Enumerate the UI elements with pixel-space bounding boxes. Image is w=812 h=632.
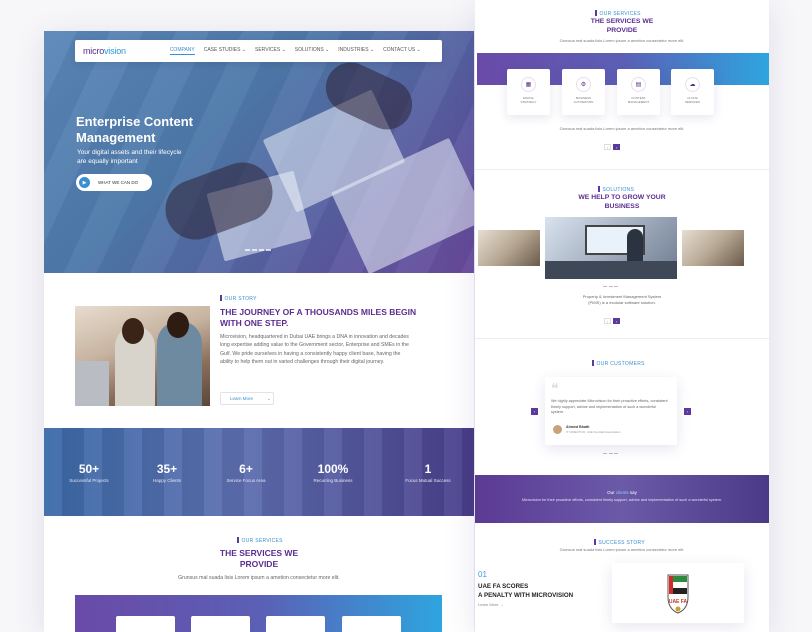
nav-item-solutions[interactable]: SOLUTIONS ⌄ xyxy=(295,47,329,55)
stat-recurring: 100% Recurring Business xyxy=(313,462,353,483)
service-card-business-automation[interactable]: ⚙ BUSINESS AUTOMATION xyxy=(562,69,605,115)
nav-item-contact[interactable]: CONTACT US ⌄ xyxy=(383,47,421,55)
story-tag: OUR STORY xyxy=(220,295,257,302)
document-icon: ▤ xyxy=(631,77,646,92)
story-photo xyxy=(75,306,210,406)
cloud-icon: ☁ xyxy=(685,77,700,92)
hero-subtitle: Your digital assets and their lifecycle … xyxy=(77,149,182,165)
service-card[interactable] xyxy=(116,616,175,632)
solution-image-left[interactable] xyxy=(478,230,540,266)
service-card-cloud-services[interactable]: ☁ CLOUD SERVICES xyxy=(671,69,714,115)
brand-logo[interactable]: microvision xyxy=(83,46,126,56)
grid-icon: ▦ xyxy=(521,77,536,92)
service-card[interactable] xyxy=(342,616,401,632)
learn-more-link[interactable]: Learn More → xyxy=(478,602,504,607)
next-arrow-icon[interactable]: › xyxy=(684,408,691,415)
prev-arrow-icon: ‹ xyxy=(604,318,611,324)
services-pager[interactable]: ‹ › xyxy=(604,144,620,150)
solutions-pager[interactable]: ‹ › xyxy=(604,318,620,324)
uae-fa-logo-card: UAE FA xyxy=(612,563,744,623)
chevron-down-icon: ⌄ xyxy=(267,395,271,401)
services-section: OUR SERVICES THE SERVICES WE PROVIDE Grun… xyxy=(44,516,474,632)
inner-pages-preview: OUR SERVICES THE SERVICES WE PROVIDE Grun… xyxy=(475,0,769,632)
nav-item-industries[interactable]: INDUSTRIES ⌄ xyxy=(338,47,374,55)
nav-item-services[interactable]: SERVICES ⌄ xyxy=(255,47,286,55)
next-arrow-icon: › xyxy=(613,318,620,324)
clients-band: Our clients say Microvision for their pr… xyxy=(475,475,769,523)
story-number: 01 xyxy=(478,570,487,579)
play-icon: ▶ xyxy=(79,177,90,188)
story-body: Microvision, headquartered in Dubai UAE … xyxy=(220,334,409,365)
nav-item-company[interactable]: COMPANY xyxy=(169,47,195,55)
solution-image-main[interactable] xyxy=(545,217,677,279)
services-title: THE SERVICES WE PROVIDE xyxy=(219,548,299,569)
solution-image-right[interactable] xyxy=(682,230,744,266)
services-desc: Grunsus mal suada lisis Lorem ipsum a am… xyxy=(178,575,340,581)
stat-clients: 35+ Happy Clients xyxy=(152,462,181,483)
prev-arrow-icon: ‹ xyxy=(604,144,611,150)
solution-desc: Property & Investment Management System(… xyxy=(582,294,662,305)
learn-more-button[interactable]: Learn More ⌄ xyxy=(220,392,274,405)
next-arrow-icon: › xyxy=(613,144,620,150)
gear-icon: ⚙ xyxy=(576,77,591,92)
testimonial-card: ❝ We highly appreciate Microvision for t… xyxy=(545,377,677,445)
prev-arrow-icon[interactable]: ‹ xyxy=(531,408,538,415)
service-card[interactable] xyxy=(266,616,325,632)
stat-focus-area: 6+ Service Focus Area xyxy=(226,462,266,483)
top-navbar: microvision COMPANY CASE STUDIES ⌄ SERVI… xyxy=(75,40,442,62)
story-title: THE JOURNEY OF A THOUSANDS MILES BEGIN W… xyxy=(220,307,417,328)
stat-projects: 50+ Successful Projects xyxy=(69,462,109,483)
hero-title: Enterprise Content Management xyxy=(76,114,194,145)
success-title: UAE FA SCORES A PENALTY WITH MICROVISION xyxy=(478,583,574,599)
nav-menu: COMPANY CASE STUDIES ⌄ SERVICES ⌄ SOLUTI… xyxy=(169,47,421,55)
right-services-title: THE SERVICES WE PROVIDE xyxy=(590,18,654,34)
services-tag: OUR SERVICES xyxy=(237,537,283,544)
svg-text:UAE FA: UAE FA xyxy=(669,599,688,605)
service-card-digital-strategy[interactable]: ▦ DIGITAL STRATEGY xyxy=(507,69,550,115)
nav-item-case-studies[interactable]: CASE STUDIES ⌄ xyxy=(204,47,246,55)
cta-label: WHAT WE CAN DO xyxy=(98,180,139,185)
stats-band: 50+ Successful Projects 35+ Happy Clients … xyxy=(44,428,474,516)
service-card-content-management[interactable]: ▤ CONTENT MANAGEMENT xyxy=(617,69,660,115)
avatar xyxy=(553,425,562,434)
what-we-can-do-button[interactable]: ▶ WHAT WE CAN DO xyxy=(76,174,152,191)
our-story-section: OUR STORY THE JOURNEY OF A THOUSANDS MIL… xyxy=(44,273,474,428)
quote-icon: ❝ xyxy=(551,382,559,397)
stat-mutual-success: 1 Focus Mutual Success xyxy=(405,462,451,483)
uae-fa-badge-icon: UAE FA xyxy=(667,574,689,614)
service-card[interactable] xyxy=(191,616,250,632)
solutions-title: WE HELP TO GROW YOUR BUSINESS xyxy=(578,194,666,210)
hero-section: microvision COMPANY CASE STUDIES ⌄ SERVI… xyxy=(44,31,474,275)
homepage-preview: microvision COMPANY CASE STUDIES ⌄ SERVI… xyxy=(44,31,474,632)
hero-slider-dots[interactable] xyxy=(245,249,271,251)
